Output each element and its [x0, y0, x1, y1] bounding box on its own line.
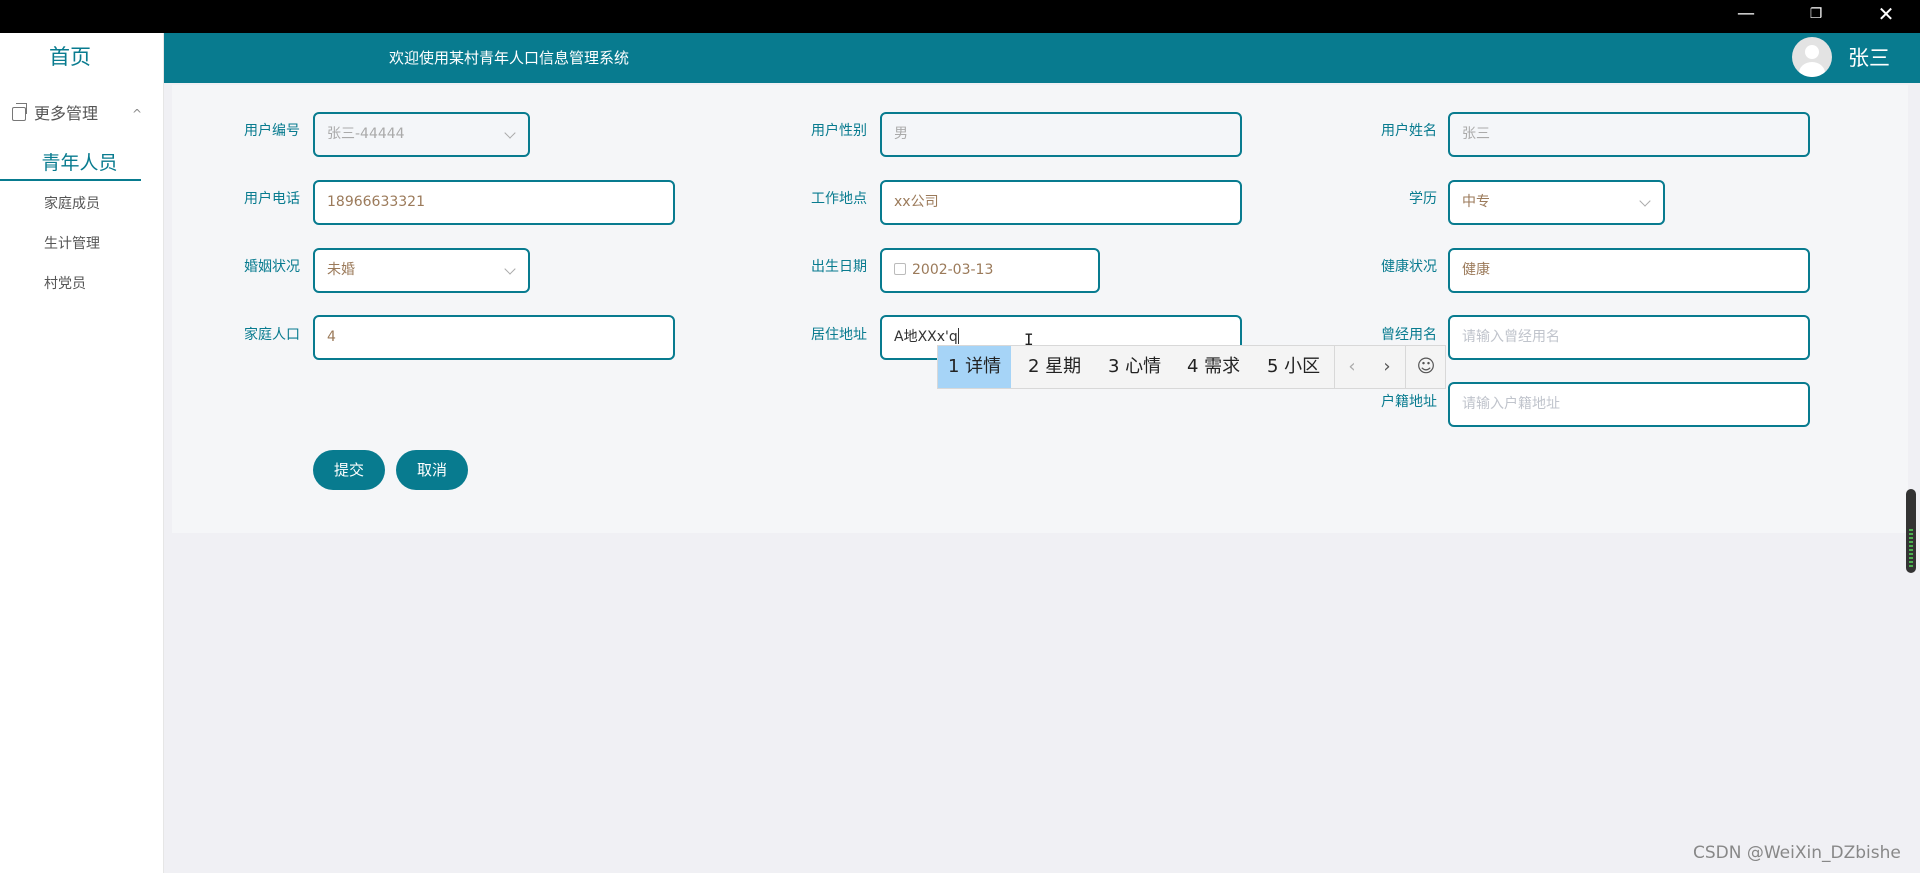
marital-label: 婚姻状况 [244, 259, 300, 275]
chevron-right-icon[interactable]: › [1370, 346, 1404, 388]
family-size-field[interactable]: 4 [313, 315, 675, 360]
ibeam-cursor-icon: I [1024, 330, 1034, 349]
ime-candidate[interactable]: 4 需求 [1177, 346, 1250, 388]
birthdate-picker[interactable]: 2002-03-13 [880, 248, 1100, 293]
chevron-down-icon [504, 127, 516, 139]
welcome-text: 欢迎使用某村青年人口信息管理系统 [389, 49, 630, 67]
marital-select[interactable]: 未婚 [313, 248, 530, 293]
marital-value: 未婚 [327, 262, 355, 278]
watermark: CSDN @WeiXin_DZbishe [1693, 843, 1901, 863]
ime-candidate[interactable]: 2 星期 [1018, 346, 1091, 388]
avatar[interactable] [1792, 37, 1832, 77]
sidebar-item-party-members[interactable]: 村党员 [44, 273, 86, 293]
phone-field[interactable]: 18966633321 [313, 180, 675, 225]
birthdate-value: 2002-03-13 [912, 262, 994, 278]
username[interactable]: 张三 [1848, 42, 1890, 72]
emoji-icon[interactable]: ☺ [1409, 346, 1443, 388]
workplace-label: 工作地点 [811, 191, 867, 207]
phone-label: 用户电话 [244, 191, 300, 207]
ime-separator [1405, 346, 1406, 388]
health-field[interactable]: 健康 [1448, 248, 1810, 293]
chevron-down-icon [1639, 195, 1651, 207]
chevron-down-icon [504, 263, 516, 275]
user-id-label: 用户编号 [244, 123, 300, 139]
workplace-field[interactable]: xx公司 [880, 180, 1242, 225]
sidebar: 首页 更多管理 ^ 青年人员 家庭成员 生计管理 村党员 [0, 33, 164, 873]
name-label: 用户姓名 [1381, 123, 1437, 139]
household-address-label: 户籍地址 [1381, 394, 1437, 410]
minimize-icon[interactable]: — [1718, 0, 1774, 28]
ime-candidate-bar: 1 详情 2 星期 3 心情 4 需求 5 小区 ‹ › ☺ [937, 345, 1446, 389]
gender-field[interactable]: 男 [880, 112, 1242, 157]
residence-value: A地XXx'q [894, 329, 958, 345]
sidebar-item-livelihood[interactable]: 生计管理 [44, 233, 100, 253]
sidebar-item-family-members[interactable]: 家庭成员 [44, 193, 100, 213]
residence-label: 居住地址 [811, 327, 867, 343]
close-icon[interactable]: ✕ [1858, 0, 1914, 28]
education-label: 学历 [1409, 191, 1437, 207]
birthdate-label: 出生日期 [811, 259, 867, 275]
ime-candidate[interactable]: 1 详情 [938, 346, 1012, 388]
cancel-button[interactable]: 取消 [396, 450, 468, 490]
family-size-label: 家庭人口 [244, 327, 300, 343]
ime-candidate[interactable]: 5 小区 [1257, 346, 1330, 388]
sidebar-item-youth[interactable]: 青年人员 [0, 145, 141, 181]
window-titlebar: — ❐ ✕ [0, 0, 1920, 33]
education-value: 中专 [1462, 194, 1490, 210]
health-label: 健康状况 [1381, 259, 1437, 275]
sidebar-group-more-management[interactable]: 更多管理 ^ [12, 99, 152, 129]
name-field[interactable]: 张三 [1448, 112, 1810, 157]
scrollbar[interactable] [1906, 489, 1916, 573]
former-name-field[interactable]: 请输入曾经用名 [1448, 315, 1810, 360]
chevron-up-icon: ^ [132, 107, 143, 121]
user-id-select[interactable]: 张三-44444 [313, 112, 530, 157]
ime-candidate[interactable]: 3 心情 [1098, 346, 1171, 388]
chevron-left-icon[interactable]: ‹ [1335, 346, 1369, 388]
gender-label: 用户性别 [811, 123, 867, 139]
copy-icon [12, 103, 27, 121]
text-caret [957, 328, 959, 344]
user-id-value: 张三-44444 [327, 126, 405, 142]
top-header: 欢迎使用某村青年人口信息管理系统 张三 [164, 33, 1920, 83]
education-select[interactable]: 中专 [1448, 180, 1665, 225]
calendar-icon [894, 263, 906, 275]
submit-button[interactable]: 提交 [313, 450, 385, 490]
household-address-field[interactable]: 请输入户籍地址 [1448, 382, 1810, 427]
sidebar-group-label: 更多管理 [34, 104, 99, 123]
sidebar-home[interactable]: 首页 [0, 41, 140, 71]
former-name-label: 曾经用名 [1381, 327, 1437, 343]
maximize-icon[interactable]: ❐ [1788, 0, 1844, 28]
